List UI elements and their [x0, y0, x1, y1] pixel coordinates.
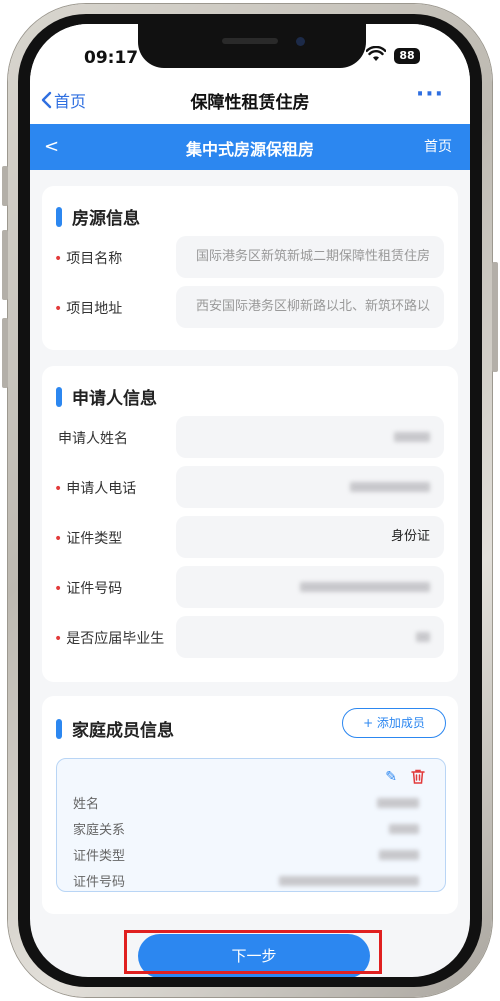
section-marker	[56, 718, 62, 739]
field-label-text: 证件号码	[66, 581, 123, 597]
id-number-row: • 证件号码	[42, 566, 458, 610]
page-header: < 集中式房源保租房 首页	[30, 124, 470, 170]
edit-icon[interactable]: ✎	[385, 769, 397, 785]
section-marker	[56, 386, 62, 407]
member-field-row: 家庭关系	[73, 819, 433, 839]
nav-title: 保障性租赁住房	[190, 93, 310, 113]
project-address-row: • 项目地址 西安国际港务区柳新路以北、新筑环路以	[42, 286, 458, 330]
field-label: 申请人姓名	[54, 428, 128, 448]
field-label-text: 申请人电话	[66, 481, 137, 497]
required-marker: •	[54, 481, 63, 497]
applicant-name-field[interactable]	[176, 416, 444, 458]
redacted-value	[300, 581, 430, 592]
member-field-row: 姓名	[73, 793, 433, 813]
member-field-label: 证件号码	[73, 875, 126, 890]
redacted-value	[389, 824, 419, 834]
project-name-field[interactable]: 国际港务区新筑新城二期保障性租赁住房	[176, 236, 444, 278]
add-member-button[interactable]: + 添加成员	[342, 708, 446, 738]
applicant-phone-field[interactable]	[176, 466, 444, 508]
field-label: • 证件号码	[54, 578, 122, 598]
section-title-text: 房源信息	[72, 209, 140, 229]
status-time: 09:17	[84, 48, 139, 68]
fresh-graduate-select[interactable]	[176, 616, 444, 658]
id-type-row: • 证件类型 身份证	[42, 516, 458, 560]
field-label: • 项目名称	[54, 248, 122, 268]
member-field-label: 证件类型	[73, 849, 126, 864]
required-marker: •	[54, 531, 63, 547]
fresh-graduate-row: • 是否应届毕业生	[42, 616, 458, 660]
phone-side-button	[492, 262, 498, 372]
redacted-value	[416, 631, 430, 642]
front-camera	[296, 37, 305, 46]
housing-info-title: 房源信息	[56, 204, 140, 229]
redacted-value	[379, 850, 419, 860]
phone-side-button	[2, 230, 8, 300]
section-title-text: 家庭成员信息	[72, 721, 174, 741]
applicant-info-card: 申请人信息 申请人姓名 • 申请人电话 • 证件类型 身份证 • 证件号码 • 是否应届…	[42, 366, 458, 682]
family-member-entry: ✎ 姓名 家庭关系 证件类型 证件号码	[56, 758, 446, 892]
field-label-text: 申请人姓名	[58, 431, 128, 447]
field-label-text: 项目名称	[66, 251, 123, 267]
id-type-select[interactable]: 身份证	[176, 516, 444, 558]
redacted-value	[394, 431, 430, 442]
trash-icon[interactable]	[411, 769, 425, 784]
member-field-label: 家庭关系	[73, 823, 126, 838]
field-label: • 是否应届毕业生	[54, 628, 164, 648]
housing-info-card: 房源信息 • 项目名称 国际港务区新筑新城二期保障性租赁住房 • 项目地址 西安国际…	[42, 186, 458, 350]
field-label: • 证件类型	[54, 528, 122, 548]
applicant-phone-row: • 申请人电话	[42, 466, 458, 510]
highlight-annotation	[124, 930, 382, 974]
speaker	[222, 38, 278, 44]
wifi-icon	[366, 46, 386, 61]
phone-side-button	[2, 166, 8, 206]
field-label: • 项目地址	[54, 298, 122, 318]
required-marker: •	[54, 301, 63, 317]
member-field-row: 证件号码	[73, 871, 433, 891]
field-label-text: 是否应届毕业生	[66, 631, 165, 647]
field-label-text: 证件类型	[66, 531, 123, 547]
family-info-title: 家庭成员信息	[56, 716, 174, 741]
applicant-name-row: 申请人姓名	[42, 416, 458, 460]
field-label: • 申请人电话	[54, 478, 136, 498]
phone-side-button	[2, 318, 8, 388]
battery-indicator: 88	[394, 48, 420, 64]
section-title-text: 申请人信息	[72, 389, 157, 409]
field-label-text: 项目地址	[66, 301, 123, 317]
redacted-value	[279, 876, 419, 886]
required-marker: •	[54, 251, 63, 267]
project-name-row: • 项目名称 国际港务区新筑新城二期保障性租赁住房	[42, 236, 458, 280]
header-home-link[interactable]: 首页	[424, 136, 452, 156]
member-field-label: 姓名	[73, 797, 100, 812]
family-info-card: 家庭成员信息 + 添加成员 ✎ 姓名 家庭关系 证件类型 证件号码	[42, 696, 458, 914]
redacted-value	[377, 798, 419, 808]
navigation-bar: 首页 保障性租赁住房 ···	[30, 74, 470, 124]
redacted-value	[350, 481, 430, 492]
required-marker: •	[54, 631, 63, 647]
phone-screen: 09:17 88 首页 保障性租赁住房 ··· < 集中式房源保租房 首页 房源…	[30, 24, 470, 977]
id-number-field[interactable]	[176, 566, 444, 608]
applicant-info-title: 申请人信息	[56, 384, 157, 409]
required-marker: •	[54, 581, 63, 597]
more-icon[interactable]: ···	[416, 82, 444, 107]
page-title: 集中式房源保租房	[185, 140, 314, 159]
notch	[138, 24, 366, 68]
status-bar: 09:17 88	[30, 24, 470, 74]
section-marker	[56, 206, 62, 227]
project-address-field[interactable]: 西安国际港务区柳新路以北、新筑环路以	[176, 286, 444, 328]
member-field-row: 证件类型	[73, 845, 433, 865]
